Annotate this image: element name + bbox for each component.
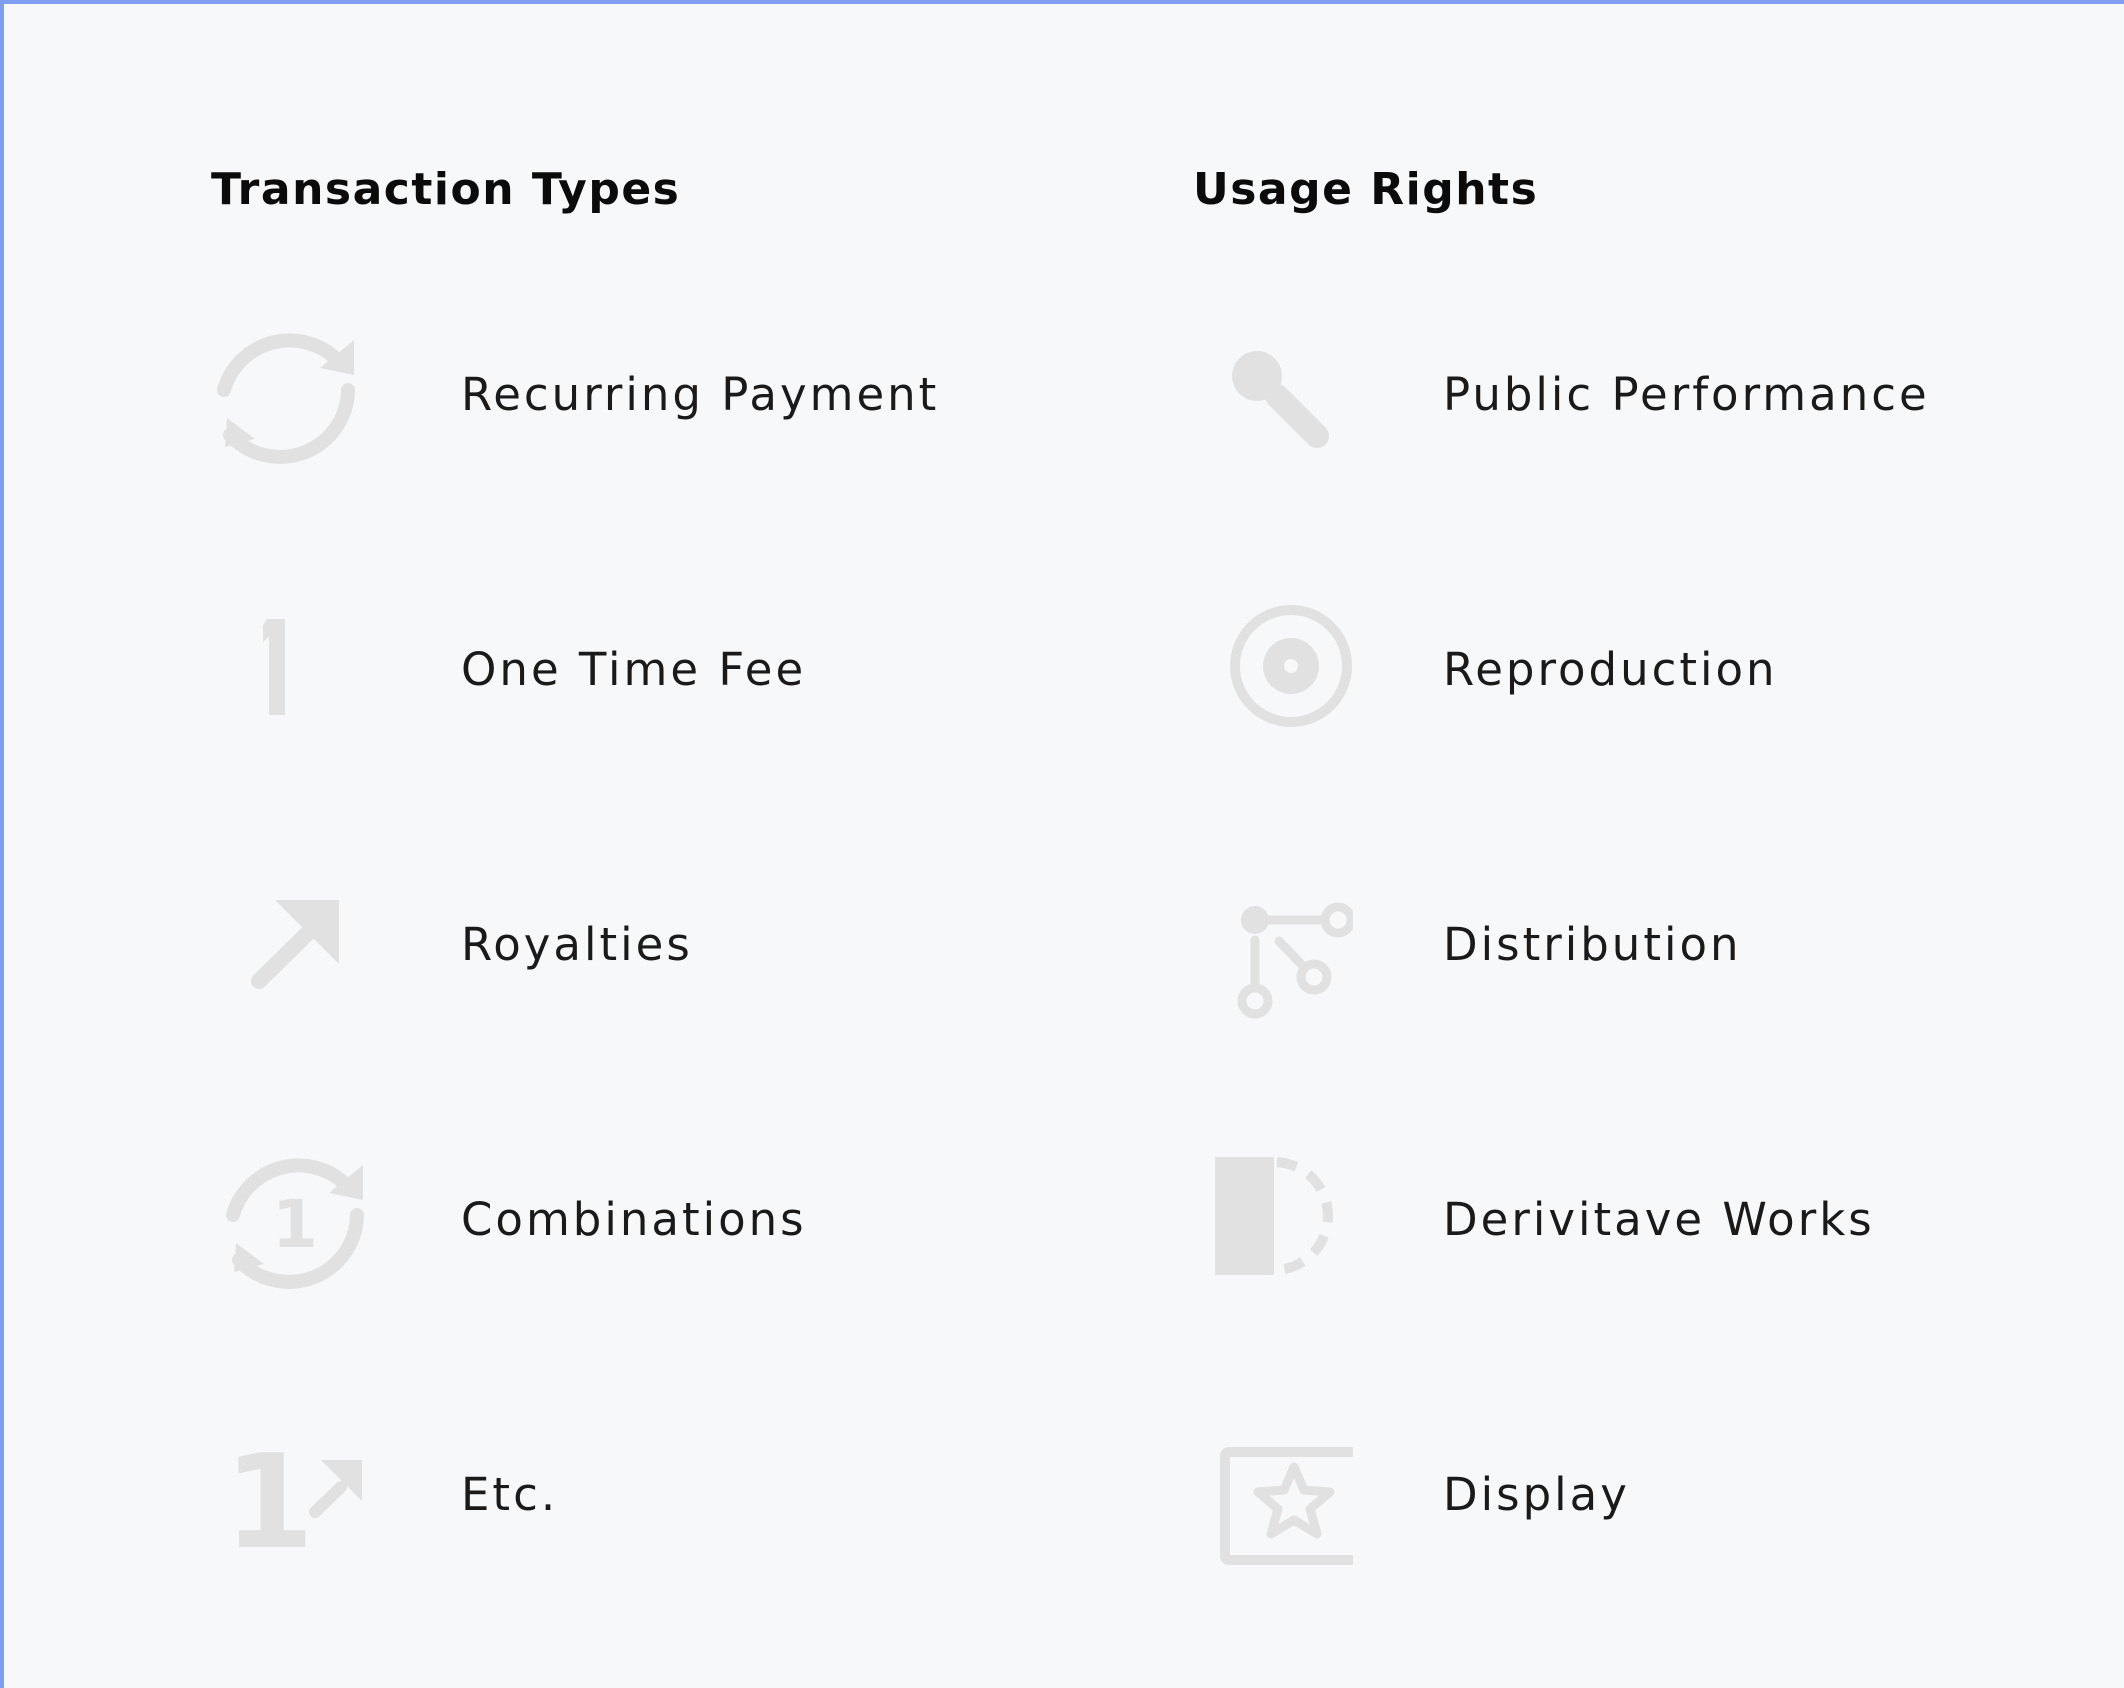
list-item-etc: 1 Etc. bbox=[211, 1410, 1111, 1580]
one-time-fee-label: One Time Fee bbox=[461, 643, 807, 696]
etc-icon-glyph: 1 bbox=[224, 1426, 314, 1578]
list-item-combinations: 1 Combinations bbox=[211, 1135, 1111, 1305]
list-item-distribution: Distribution bbox=[1193, 860, 2093, 1030]
recurring-payment-label: Recurring Payment bbox=[461, 368, 940, 421]
recurring-arrows-icon bbox=[211, 310, 371, 480]
half-circle-dashed-icon bbox=[1193, 1135, 1353, 1305]
framed-star-icon bbox=[1193, 1410, 1353, 1580]
royalties-label: Royalties bbox=[461, 918, 693, 971]
number-one-icon bbox=[211, 585, 371, 755]
arrow-up-right-icon bbox=[211, 860, 371, 1030]
list-item-royalties: Royalties bbox=[211, 860, 1111, 1030]
list-item-recurring-payment: Recurring Payment bbox=[211, 310, 1111, 480]
feature-panel: Transaction Types Recurring Payment One … bbox=[0, 0, 2124, 1688]
derivitave-works-label: Derivitave Works bbox=[1443, 1193, 1875, 1246]
reproduction-label: Reproduction bbox=[1443, 643, 1778, 696]
display-label: Display bbox=[1443, 1468, 1630, 1521]
one-arrow-icon: 1 bbox=[211, 1410, 371, 1580]
etc-label: Etc. bbox=[461, 1468, 559, 1521]
transaction-types-heading: Transaction Types bbox=[211, 164, 681, 215]
list-item-derivitave-works: Derivitave Works bbox=[1193, 1135, 2093, 1305]
combinations-label: Combinations bbox=[461, 1193, 807, 1246]
list-item-public-performance: Public Performance bbox=[1193, 310, 2093, 480]
list-item-one-time-fee: One Time Fee bbox=[211, 585, 1111, 755]
combinations-icon-glyph: 1 bbox=[272, 1186, 318, 1263]
list-item-reproduction: Reproduction bbox=[1193, 585, 2093, 755]
distribution-label: Distribution bbox=[1443, 918, 1742, 971]
recurring-one-icon: 1 bbox=[211, 1135, 371, 1305]
disc-icon bbox=[1193, 585, 1353, 755]
microphone-icon bbox=[1193, 310, 1353, 480]
branch-nodes-icon bbox=[1193, 860, 1353, 1030]
usage-rights-heading: Usage Rights bbox=[1193, 164, 1539, 215]
public-performance-label: Public Performance bbox=[1443, 368, 1930, 421]
list-item-display: Display bbox=[1193, 1410, 2093, 1580]
